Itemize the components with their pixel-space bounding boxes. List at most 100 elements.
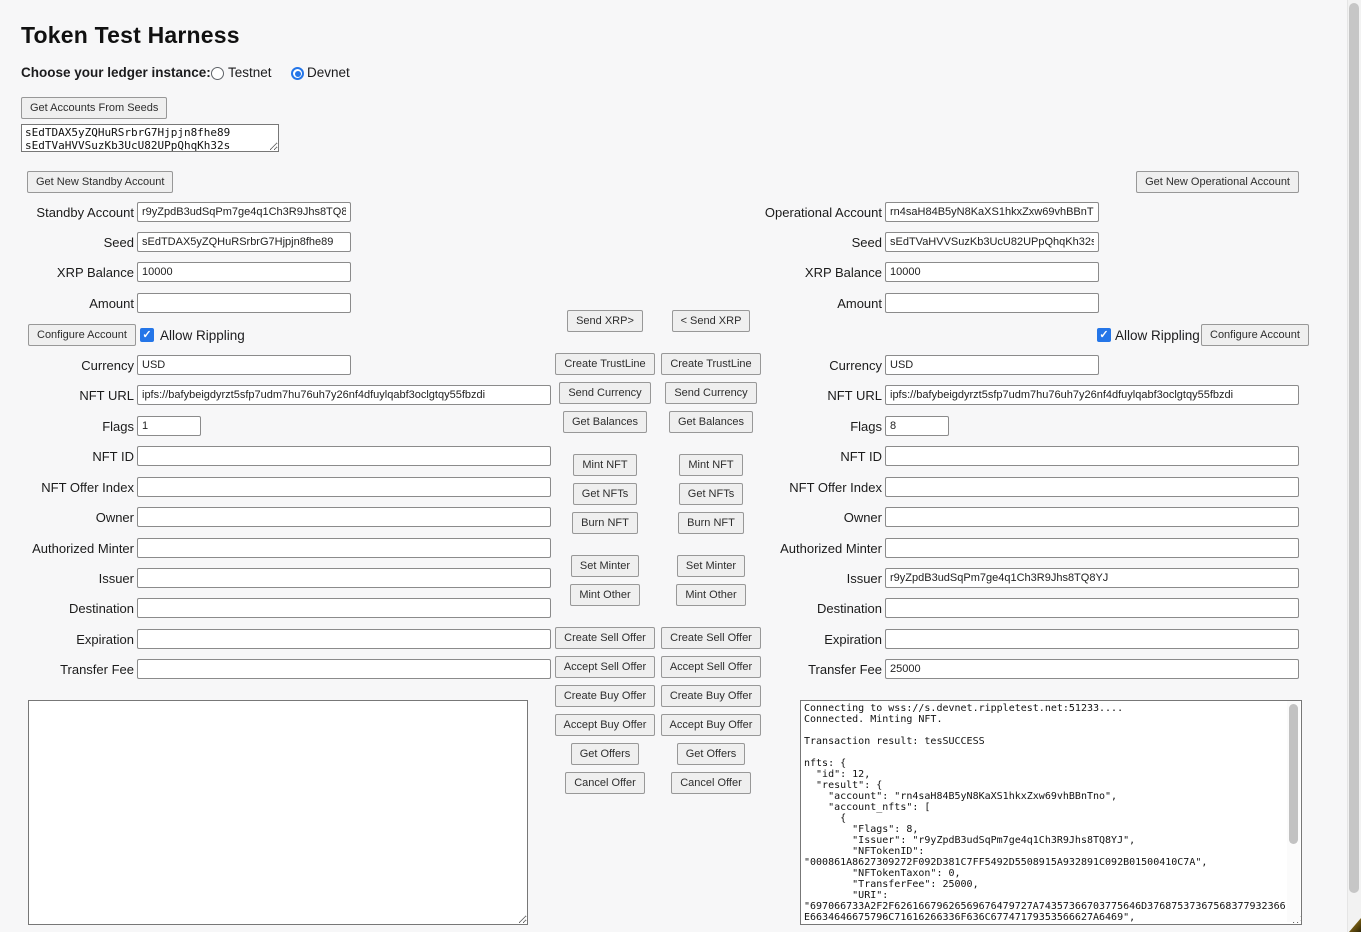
standby-send-currency-button[interactable]: Send Currency xyxy=(559,382,650,404)
operational-cancel-offer-button[interactable]: Cancel Offer xyxy=(671,772,751,794)
operational-currency-label: Currency xyxy=(748,358,882,373)
operational-mint-nft-button[interactable]: Mint NFT xyxy=(679,454,742,476)
standby-amount-input[interactable] xyxy=(137,293,351,313)
seeds-textarea[interactable]: sEdTDAX5yZQHuRSrbrG7Hjpjn8fhe89 sEdTVaHV… xyxy=(21,124,279,152)
operational-currency-input[interactable] xyxy=(885,355,1099,375)
operational-nft-offer-index-input[interactable] xyxy=(885,477,1299,497)
operational-allow-rippling-checkbox[interactable] xyxy=(1097,328,1111,342)
standby-send-xrp-button[interactable]: Send XRP> xyxy=(567,310,643,332)
standby-expiration-input[interactable] xyxy=(137,629,551,649)
standby-mint-other-button[interactable]: Mint Other xyxy=(570,584,639,606)
operational-issuer-label: Issuer xyxy=(748,571,882,586)
standby-authorized-minter-input[interactable] xyxy=(137,538,551,558)
operational-authorized-minter-input[interactable] xyxy=(885,538,1299,558)
standby-nft-offer-index-label: NFT Offer Index xyxy=(0,480,134,495)
standby-xrp-balance-input[interactable] xyxy=(137,262,351,282)
standby-destination-input[interactable] xyxy=(137,598,551,618)
standby-owner-input[interactable] xyxy=(137,507,551,527)
operational-transfer-fee-input[interactable] xyxy=(885,659,1299,679)
operational-accept-buy-offer-button[interactable]: Accept Buy Offer xyxy=(661,714,762,736)
standby-accept-buy-offer-button[interactable]: Accept Buy Offer xyxy=(555,714,656,736)
results-scrollbar-thumb[interactable] xyxy=(1289,704,1298,844)
ledger-instance-prompt: Choose your ledger instance: xyxy=(21,65,211,80)
standby-set-minter-button[interactable]: Set Minter xyxy=(571,555,639,577)
operational-flags-label: Flags xyxy=(748,419,882,434)
standby-configure-account-button[interactable]: Configure Account xyxy=(28,324,136,346)
testnet-radio-label[interactable]: Testnet xyxy=(228,65,272,80)
standby-owner-label: Owner xyxy=(0,510,134,525)
standby-flags-input[interactable] xyxy=(137,416,201,436)
standby-actions-column: Send XRP> Create TrustLine Send Currency… xyxy=(545,310,665,794)
operational-transfer-fee-label: Transfer Fee xyxy=(748,662,882,677)
page-scrollbar-track[interactable] xyxy=(1347,0,1361,932)
operational-mint-other-button[interactable]: Mint Other xyxy=(676,584,745,606)
operational-send-currency-button[interactable]: Send Currency xyxy=(665,382,756,404)
standby-get-balances-button[interactable]: Get Balances xyxy=(563,411,647,433)
operational-burn-nft-button[interactable]: Burn NFT xyxy=(678,512,744,534)
standby-mint-nft-button[interactable]: Mint NFT xyxy=(573,454,636,476)
standby-allow-rippling-checkbox[interactable] xyxy=(140,328,154,342)
standby-create-buy-offer-button[interactable]: Create Buy Offer xyxy=(555,685,655,707)
page-scrollbar-thumb[interactable] xyxy=(1349,3,1359,893)
standby-authorized-minter-label: Authorized Minter xyxy=(0,541,134,556)
standby-nft-id-input[interactable] xyxy=(137,446,551,466)
standby-currency-input[interactable] xyxy=(137,355,351,375)
standby-seed-label: Seed xyxy=(0,235,134,250)
operational-flags-input[interactable] xyxy=(885,416,949,436)
operational-owner-label: Owner xyxy=(748,510,882,525)
standby-accept-sell-offer-button[interactable]: Accept Sell Offer xyxy=(555,656,655,678)
standby-results-textarea[interactable] xyxy=(28,700,528,925)
standby-get-offers-button[interactable]: Get Offers xyxy=(571,743,640,765)
operational-account-label: Operational Account xyxy=(748,205,882,220)
standby-get-nfts-button[interactable]: Get NFTs xyxy=(573,483,637,505)
standby-create-trustline-button[interactable]: Create TrustLine xyxy=(555,353,654,375)
operational-expiration-input[interactable] xyxy=(885,629,1299,649)
operational-account-input[interactable] xyxy=(885,202,1099,222)
standby-create-sell-offer-button[interactable]: Create Sell Offer xyxy=(555,627,655,649)
standby-burn-nft-button[interactable]: Burn NFT xyxy=(572,512,638,534)
standby-currency-label: Currency xyxy=(0,358,134,373)
operational-send-xrp-button[interactable]: < Send XRP xyxy=(672,310,751,332)
operational-destination-input[interactable] xyxy=(885,598,1299,618)
page-title: Token Test Harness xyxy=(21,22,240,49)
standby-account-label: Standby Account xyxy=(0,205,134,220)
operational-get-offers-button[interactable]: Get Offers xyxy=(677,743,746,765)
operational-get-balances-button[interactable]: Get Balances xyxy=(669,411,753,433)
testnet-radio[interactable] xyxy=(211,67,224,80)
standby-amount-label: Amount xyxy=(0,296,134,311)
devnet-radio[interactable] xyxy=(291,67,304,80)
operational-xrp-balance-label: XRP Balance xyxy=(748,265,882,280)
standby-issuer-input[interactable] xyxy=(137,568,551,588)
get-new-operational-account-button[interactable]: Get New Operational Account xyxy=(1136,171,1299,193)
operational-seed-label: Seed xyxy=(748,235,882,250)
standby-transfer-fee-input[interactable] xyxy=(137,659,551,679)
operational-nft-offer-index-label: NFT Offer Index xyxy=(748,480,882,495)
operational-create-sell-offer-button[interactable]: Create Sell Offer xyxy=(661,627,761,649)
standby-issuer-label: Issuer xyxy=(0,571,134,586)
operational-amount-input[interactable] xyxy=(885,293,1099,313)
operational-configure-account-button[interactable]: Configure Account xyxy=(1201,324,1309,346)
token-test-harness-page: { "header": { "title": "Token Test Harne… xyxy=(0,0,1361,932)
operational-get-nfts-button[interactable]: Get NFTs xyxy=(679,483,743,505)
operational-owner-input[interactable] xyxy=(885,507,1299,527)
get-accounts-from-seeds-button[interactable]: Get Accounts From Seeds xyxy=(21,97,167,119)
operational-seed-input[interactable] xyxy=(885,232,1099,252)
operational-create-trustline-button[interactable]: Create TrustLine xyxy=(661,353,760,375)
operational-issuer-input[interactable] xyxy=(885,568,1299,588)
operational-xrp-balance-input[interactable] xyxy=(885,262,1099,282)
operational-set-minter-button[interactable]: Set Minter xyxy=(677,555,745,577)
standby-account-input[interactable] xyxy=(137,202,351,222)
standby-cancel-offer-button[interactable]: Cancel Offer xyxy=(565,772,645,794)
operational-nft-url-input[interactable] xyxy=(885,385,1299,405)
operational-create-buy-offer-button[interactable]: Create Buy Offer xyxy=(661,685,761,707)
operational-nft-id-input[interactable] xyxy=(885,446,1299,466)
get-new-standby-account-button[interactable]: Get New Standby Account xyxy=(27,171,173,193)
standby-nft-url-input[interactable] xyxy=(137,385,551,405)
operational-authorized-minter-label: Authorized Minter xyxy=(748,541,882,556)
standby-nft-offer-index-input[interactable] xyxy=(137,477,551,497)
operational-results-textarea[interactable]: Connecting to wss://s.devnet.rippletest.… xyxy=(800,700,1302,925)
standby-seed-input[interactable] xyxy=(137,232,351,252)
operational-expiration-label: Expiration xyxy=(748,632,882,647)
operational-accept-sell-offer-button[interactable]: Accept Sell Offer xyxy=(661,656,761,678)
devnet-radio-label[interactable]: Devnet xyxy=(307,65,350,80)
